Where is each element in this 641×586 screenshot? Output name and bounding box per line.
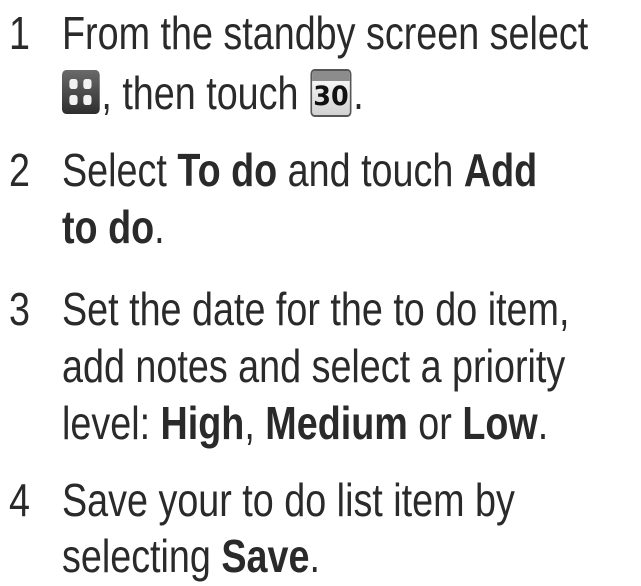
- ui-term: High: [160, 397, 245, 449]
- step-text-fragment: .: [154, 201, 165, 253]
- ui-term: Medium: [265, 397, 408, 449]
- calendar-icon: 30: [310, 69, 352, 117]
- step-text-fragment: and touch: [277, 144, 464, 196]
- ui-term: to do: [62, 201, 155, 253]
- ui-term: To do: [177, 144, 278, 196]
- calendar-day: 30: [313, 81, 349, 112]
- ui-term: Low: [462, 397, 538, 449]
- step-text: Select To do and touch Add: [62, 143, 537, 197]
- ui-term: Save: [221, 530, 310, 582]
- step-text: From the standby screen select: [62, 7, 589, 59]
- step-number: 2: [9, 144, 30, 196]
- step-number: 4: [9, 474, 30, 526]
- step-text: Set the date for the to do item,: [62, 283, 570, 335]
- step-text: selecting Save.: [62, 529, 320, 583]
- step-text-fragment: or: [407, 397, 463, 449]
- step-text-fragment: , then touch: [101, 67, 299, 119]
- instruction-list: 1 From the standby screen select , then …: [0, 0, 641, 586]
- step-text: Save your to do list item by: [62, 474, 515, 526]
- step-text-fragment: selecting: [62, 530, 222, 582]
- step-number: 3: [9, 283, 30, 335]
- step-text: to do.: [62, 200, 165, 254]
- step-text-fragment: ,: [244, 397, 266, 449]
- step-number: 1: [9, 7, 30, 59]
- step-text-fragment: .: [353, 67, 364, 119]
- apps-grid-icon: [62, 70, 100, 114]
- ui-term: Add: [463, 144, 538, 196]
- step-text-fragment: .: [309, 530, 320, 582]
- step-text: level: High, Medium or Low.: [62, 396, 548, 450]
- step-text-fragment: .: [537, 397, 549, 449]
- step-text-fragment: Select: [62, 144, 178, 196]
- step-text-fragment: level:: [62, 397, 161, 449]
- step-text: , then touch 30.: [62, 66, 364, 120]
- step-text: add notes and select a priority: [62, 340, 566, 392]
